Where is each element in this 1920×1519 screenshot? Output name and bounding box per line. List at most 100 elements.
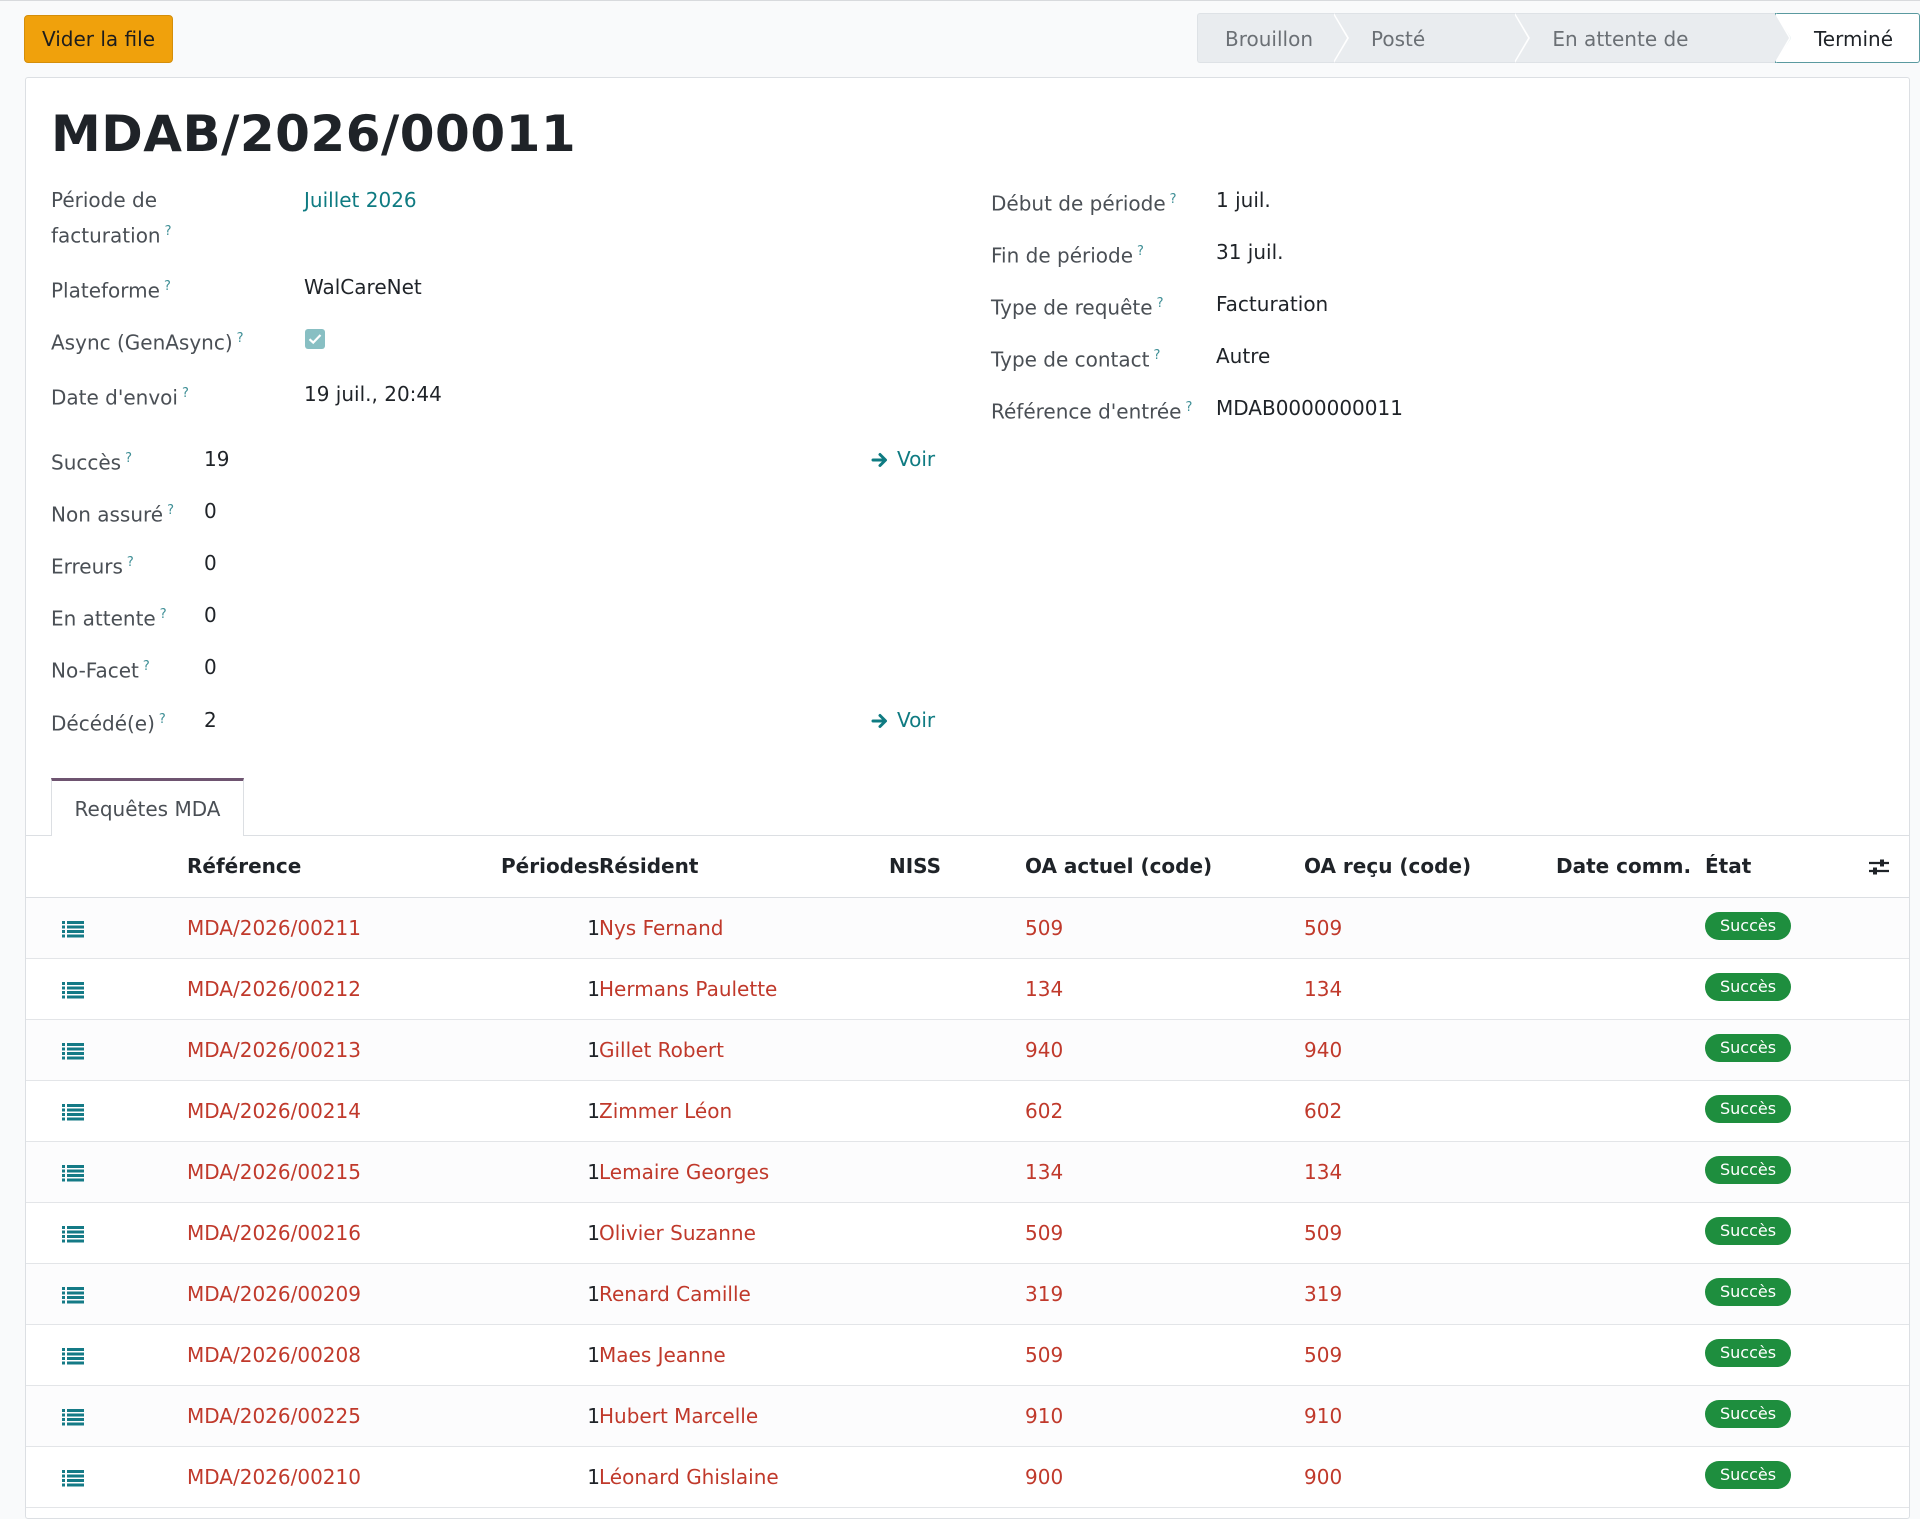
help-icon[interactable]: ? (237, 331, 244, 346)
voir-decede-text: Voir (897, 708, 936, 732)
count-non-assure-label: Non assuré? (51, 495, 174, 531)
flush-queue-button[interactable]: Vider la file (24, 15, 174, 63)
periode-value[interactable]: Juillet 2026 (304, 184, 417, 216)
cell-oa-actuel: 509 (1025, 1221, 1064, 1245)
voir-decede-link[interactable]: Voir (871, 704, 935, 736)
help-icon[interactable]: ? (1157, 296, 1164, 311)
stage-brouillon[interactable]: Brouillon (1197, 13, 1349, 63)
cell-oa-recu: 134 (1304, 1160, 1343, 1184)
cell-resident: Renard Camille (599, 1282, 751, 1306)
help-icon[interactable]: ? (1170, 192, 1177, 207)
optional-columns-toggle[interactable] (1868, 856, 1890, 878)
help-icon[interactable]: ? (1137, 244, 1144, 259)
cell-oa-actuel: 910 (1025, 1404, 1064, 1428)
list-icon[interactable] (62, 980, 84, 1004)
help-icon[interactable]: ? (160, 607, 167, 622)
status-badge: Succès (1705, 973, 1792, 1001)
type-requete-label-text: Type de requête (991, 295, 1153, 320)
count-decede-label-text: Décédé(e) (51, 711, 155, 736)
table-row[interactable]: MDA/2026/00214 1 Zimmer Léon 602 602 Suc… (26, 1081, 1909, 1142)
type-contact-label: Type de contact? (991, 340, 1160, 376)
help-icon[interactable]: ? (127, 555, 134, 570)
help-icon[interactable]: ? (125, 451, 132, 466)
ref-entree-label: Référence d'entrée? (991, 392, 1192, 428)
count-decede-value: 2 (204, 708, 217, 732)
list-icon[interactable] (62, 1468, 84, 1492)
stage-poste-async[interactable]: Posté (Async) (1333, 13, 1531, 101)
fin-value: 31 juil. (1216, 240, 1284, 264)
plateforme-value: WalCareNet (304, 275, 422, 299)
cell-oa-recu: 940 (1304, 1038, 1343, 1062)
table-row[interactable]: MDA/2026/00216 1 Olivier Suzanne 509 509… (26, 1203, 1909, 1264)
cell-resident: Lemaire Georges (599, 1160, 770, 1184)
cell-oa-actuel: 319 (1025, 1282, 1064, 1306)
cell-resident: Maes Jeanne (599, 1343, 726, 1367)
col-resident[interactable]: Résident (599, 836, 698, 897)
voir-succes-link[interactable]: Voir (871, 443, 935, 475)
col-etat[interactable]: État (1705, 836, 1751, 897)
debut-value: 1 juil. (1216, 188, 1271, 212)
async-checkbox[interactable] (305, 329, 325, 349)
help-icon[interactable]: ? (1185, 400, 1192, 415)
table-row[interactable]: MDA/2026/00210 1 Léonard Ghislaine 900 9… (26, 1447, 1909, 1508)
count-succes-value: 19 (204, 447, 230, 471)
cell-oa-recu: 134 (1304, 977, 1343, 1001)
col-oa-recu[interactable]: OA reçu (code) (1304, 836, 1471, 897)
record-title: MDAB/2026/00011 (51, 105, 577, 163)
help-icon[interactable]: ? (182, 386, 189, 401)
stage-en-attente[interactable]: En attente de réponse (1514, 13, 1791, 101)
cell-resident: Olivier Suzanne (599, 1221, 756, 1245)
list-icon[interactable] (62, 1163, 84, 1187)
list-icon[interactable] (62, 1224, 84, 1248)
cell-resident: Nys Fernand (599, 916, 724, 940)
help-icon[interactable]: ? (1154, 348, 1161, 363)
list-icon[interactable] (62, 1407, 84, 1431)
cell-reference: MDA/2026/00208 (187, 1343, 361, 1367)
col-date-comm[interactable]: Date comm. (1556, 836, 1691, 897)
cell-oa-recu: 509 (1304, 916, 1343, 940)
table-row[interactable]: MDA/2026/00212 1 Hermans Paulette 134 13… (26, 959, 1909, 1020)
col-oa-actuel[interactable]: OA actuel (code) (1025, 836, 1212, 897)
cell-reference: MDA/2026/00212 (187, 977, 361, 1001)
cell-oa-actuel: 509 (1025, 916, 1064, 940)
cell-reference: MDA/2026/00216 (187, 1221, 361, 1245)
list-icon[interactable] (62, 1102, 84, 1126)
tab-requetes-mda[interactable]: Requêtes MDA (51, 778, 244, 836)
col-reference[interactable]: Référence (187, 836, 301, 897)
date-envoi-value: 19 juil., 20:44 (304, 382, 442, 406)
debut-label-text: Début de période (991, 191, 1166, 216)
col-niss[interactable]: NISS (889, 836, 941, 897)
table-row[interactable]: MDA/2026/00209 1 Renard Camille 319 319 … (26, 1264, 1909, 1325)
debut-label: Début de période? (991, 184, 1177, 220)
table-body: MDA/2026/00211 1 Nys Fernand 509 509 Suc… (26, 898, 1909, 1508)
cell-resident: Hubert Marcelle (599, 1404, 759, 1428)
list-icon[interactable] (62, 1285, 84, 1309)
help-icon[interactable]: ? (165, 224, 172, 239)
async-label: Async (GenAsync)? (51, 323, 244, 359)
table-row[interactable]: MDA/2026/00215 1 Lemaire Georges 134 134… (26, 1142, 1909, 1203)
list-icon[interactable] (62, 919, 84, 943)
table-row[interactable]: MDA/2026/00211 1 Nys Fernand 509 509 Suc… (26, 898, 1909, 959)
help-icon[interactable]: ? (143, 659, 150, 674)
table-row[interactable]: MDA/2026/00213 1 Gillet Robert 940 940 S… (26, 1020, 1909, 1081)
cell-periodes: 1 (587, 1160, 600, 1184)
type-requete-label: Type de requête? (991, 288, 1163, 324)
cell-oa-actuel: 134 (1025, 1160, 1064, 1184)
help-icon[interactable]: ? (159, 712, 166, 727)
ref-entree-label-text: Référence d'entrée (991, 399, 1182, 424)
stage-termine[interactable]: Terminé (1774, 13, 1920, 63)
help-icon[interactable]: ? (167, 503, 174, 518)
table-row[interactable]: MDA/2026/00225 1 Hubert Marcelle 910 910… (26, 1386, 1909, 1447)
cell-resident: Hermans Paulette (599, 977, 778, 1001)
list-icon[interactable] (62, 1346, 84, 1370)
list-icon[interactable] (62, 1041, 84, 1065)
count-succes-label: Succès? (51, 443, 132, 479)
periode-label: Période de facturation? (51, 184, 172, 252)
col-periodes[interactable]: Périodes (501, 836, 599, 897)
help-icon[interactable]: ? (164, 279, 171, 294)
type-requete-value: Facturation (1216, 292, 1329, 316)
cell-oa-recu: 319 (1304, 1282, 1343, 1306)
count-erreurs-value: 0 (204, 551, 217, 575)
arrow-right-icon (871, 453, 887, 467)
table-row[interactable]: MDA/2026/00208 1 Maes Jeanne 509 509 Suc… (26, 1325, 1909, 1386)
